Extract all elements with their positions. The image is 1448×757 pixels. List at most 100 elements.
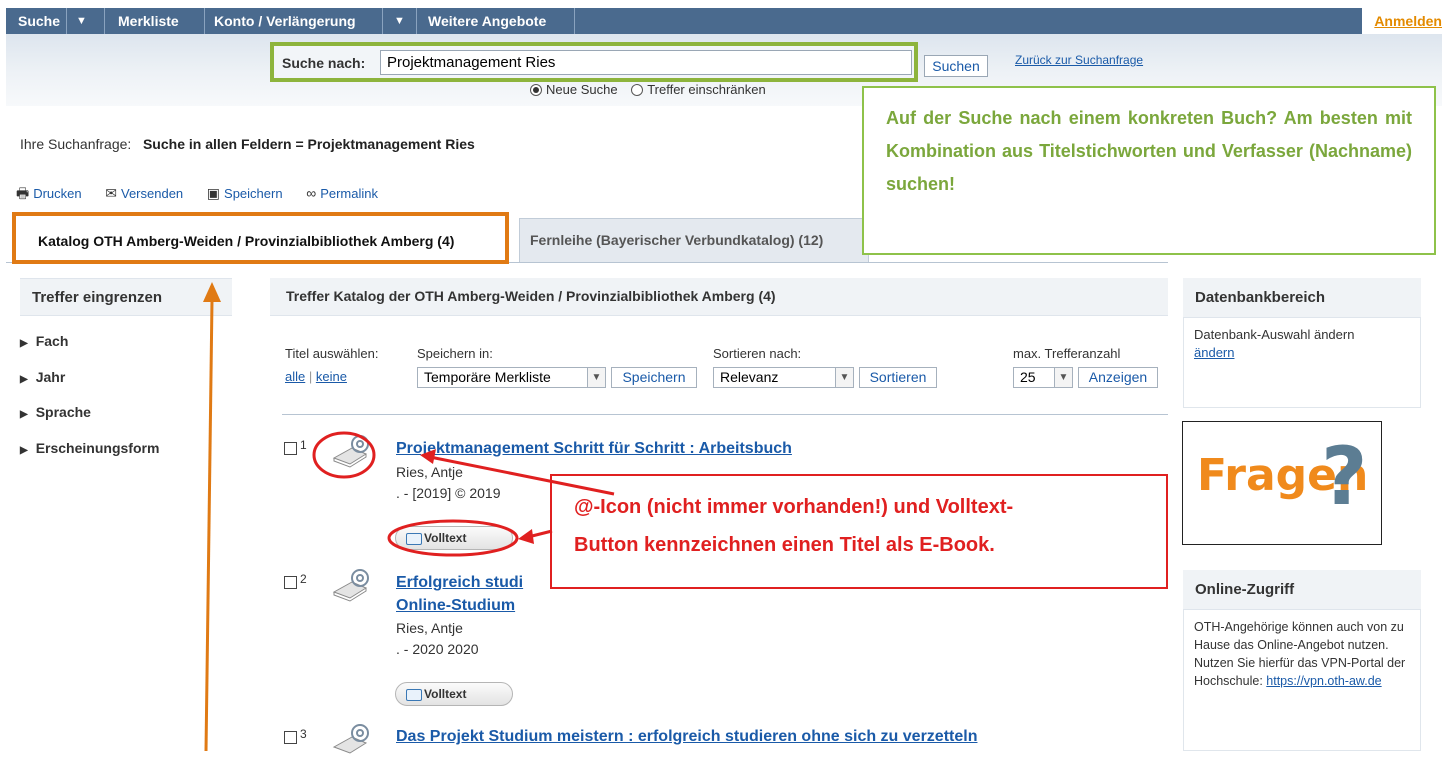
tab-local-catalog-label: Katalog OTH Amberg-Weiden / Provinzialbi… — [38, 233, 455, 249]
facet-sprache-label: Sprache — [35, 404, 91, 420]
nav-weitere-angebote[interactable]: Weitere Angebote — [420, 8, 546, 34]
search-mode-radios: Neue Suche Treffer einschränken — [530, 82, 766, 97]
printer-icon: 🖶 — [16, 185, 30, 201]
result-title-link[interactable]: Projektmanagement Schritt für Schritt : … — [396, 440, 792, 458]
save-button[interactable]: Speichern — [611, 367, 697, 388]
tab-interlibrary-loan[interactable]: Fernleihe (Bayerischer Verbundkatalog) (… — [519, 218, 869, 262]
search-input[interactable]: Projektmanagement Ries — [380, 50, 912, 75]
select-titles-label: Titel auswählen: — [285, 346, 379, 361]
radio-filter-results[interactable] — [631, 84, 644, 96]
query-summary: Ihre Suchanfrage: Suche in allen Feldern… — [20, 136, 475, 152]
result-author: Ries, Antje — [396, 620, 463, 636]
result-title-link[interactable]: Erfolgreich studi — [396, 574, 523, 592]
nav-separator — [66, 8, 67, 34]
envelope-icon: ✉ — [105, 185, 117, 201]
link-icon: ∞ — [306, 185, 317, 201]
sort-value: Relevanz — [720, 369, 779, 385]
query-value: Suche in allen Feldern = Projektmanageme… — [142, 136, 475, 152]
action-bar: 🖶 Drucken ✉ Versenden ▣ Speichern ∞ Permalin… — [16, 183, 398, 207]
database-area-header: Datenbankbereich — [1183, 278, 1421, 318]
nav-search[interactable]: Suche — [10, 8, 60, 34]
result-title-link-continued[interactable]: Online-Studium — [396, 597, 515, 615]
callout-arrowhead-bottom — [518, 529, 534, 544]
tab-arrow-line — [204, 299, 214, 751]
result-checkbox[interactable] — [284, 731, 297, 744]
result-number: 2 — [300, 572, 307, 586]
max-results-value: 25 — [1020, 369, 1036, 385]
radio-new-label: Neue Suche — [546, 82, 618, 97]
result-checkbox[interactable] — [284, 442, 297, 455]
tab-local-catalog[interactable]: Katalog OTH Amberg-Weiden / Provinzialbi… — [12, 212, 509, 264]
permalink-action[interactable]: ∞ Permalink — [306, 185, 378, 201]
online-access-body: OTH-Angehörige können auch von zu Hause … — [1183, 610, 1421, 751]
facet-sprache[interactable]: ▶ Sprache — [20, 404, 91, 420]
show-button[interactable]: Anzeigen — [1078, 367, 1158, 388]
search-form-highlight: Suche nach: Projektmanagement Ries — [270, 42, 918, 82]
database-area-title: Datenbankbereich — [1195, 289, 1326, 306]
send-action[interactable]: ✉ Versenden — [105, 185, 183, 201]
result-title-link[interactable]: Das Projekt Studium meistern : erfolgrei… — [396, 728, 977, 746]
nav-separator — [382, 8, 383, 34]
nav-separator — [104, 8, 105, 34]
select-all-link[interactable]: alle — [285, 369, 305, 384]
back-to-query-link[interactable]: Zurück zur Suchanfrage — [1015, 53, 1143, 67]
callout-line-2: Button kennzeichnen einen Titel als E-Bo… — [574, 534, 995, 556]
chevron-down-icon: ▼ — [1054, 368, 1072, 387]
online-access-title: Online-Zugriff — [1195, 581, 1295, 598]
nav-merkliste[interactable]: Merkliste — [110, 8, 179, 34]
search-tip-callout: Auf der Suche nach einem konkreten Buch?… — [862, 86, 1436, 255]
result-year: . - 2020 2020 — [396, 641, 479, 657]
ebook-at-icon — [332, 569, 369, 602]
sort-select[interactable]: Relevanz ▼ — [713, 367, 854, 388]
nav-merkliste-label: Merkliste — [118, 13, 179, 29]
facets-title: Treffer eingrenzen — [32, 289, 163, 306]
facets-header: Treffer eingrenzen — [20, 278, 232, 316]
callout-line-1: @-Icon (nicht immer vorhanden!) und Voll… — [574, 496, 1014, 518]
vpn-portal-link[interactable]: https://vpn.oth-aw.de — [1266, 674, 1381, 688]
select-links: alle | keine — [285, 369, 347, 384]
search-button[interactable]: Suchen — [924, 55, 988, 77]
fulltext-button[interactable]: Volltext — [395, 682, 513, 706]
print-action[interactable]: 🖶 Drucken — [16, 185, 82, 201]
nav-konto-label: Konto / Verlängerung — [214, 13, 356, 29]
radio-new-search[interactable] — [530, 84, 542, 96]
ebook-info-callout: @-Icon (nicht immer vorhanden!) und Voll… — [550, 474, 1168, 589]
save-target-select[interactable]: Temporäre Merkliste ▼ — [417, 367, 606, 388]
permalink-label: Permalink — [320, 186, 378, 201]
facet-fach-label: Fach — [35, 333, 69, 349]
save-action[interactable]: ▣ Speichern — [206, 185, 283, 201]
nav-separator — [204, 8, 205, 34]
database-area-body: Datenbank-Auswahl ändern ändern — [1183, 318, 1421, 408]
questions-banner[interactable]: Fragen ? — [1182, 421, 1382, 545]
database-change-link[interactable]: ändern — [1194, 344, 1410, 362]
query-label: Ihre Suchanfrage: — [20, 136, 132, 152]
result-checkbox[interactable] — [284, 576, 297, 589]
facet-erscheinungsform[interactable]: ▶ Erscheinungsform — [20, 440, 159, 456]
floppy-icon: ▣ — [206, 185, 221, 201]
question-mark-icon: ? — [1321, 430, 1368, 523]
max-results-select[interactable]: 25 ▼ — [1013, 367, 1073, 388]
nav-konto-dropdown-icon[interactable]: ▼ — [386, 8, 405, 34]
result-author: Ries, Antje — [396, 464, 463, 480]
triangle-right-icon: ▶ — [20, 338, 28, 349]
facet-fach[interactable]: ▶ Fach — [20, 333, 68, 349]
save-target-value: Temporäre Merkliste — [424, 369, 551, 385]
login-link[interactable]: Anmelden — [1362, 8, 1442, 34]
facet-jahr[interactable]: ▶ Jahr — [20, 369, 65, 385]
facet-jahr-label: Jahr — [35, 369, 66, 385]
results-header: Treffer Katalog der OTH Amberg-Weiden / … — [270, 278, 1168, 316]
select-none-link[interactable]: keine — [316, 369, 347, 384]
sort-button[interactable]: Sortieren — [859, 367, 937, 388]
result-number: 1 — [300, 438, 307, 452]
triangle-right-icon: ▶ — [20, 445, 28, 456]
facet-erscheinungsform-label: Erscheinungsform — [35, 440, 160, 456]
fulltext-button[interactable]: Volltext — [395, 526, 513, 550]
nav-search-label: Suche — [18, 13, 61, 29]
nav-search-dropdown-icon[interactable]: ▼ — [68, 8, 87, 34]
result-year: . - [2019] © 2019 — [396, 485, 501, 501]
results-divider — [282, 414, 1168, 415]
database-change-text: Datenbank-Auswahl ändern — [1194, 327, 1355, 342]
results-title: Treffer Katalog der OTH Amberg-Weiden / … — [286, 288, 776, 304]
nav-konto[interactable]: Konto / Verlängerung — [206, 8, 356, 34]
top-navigation: Suche ▼ Merkliste Konto / Verlängerung ▼… — [6, 8, 1442, 34]
